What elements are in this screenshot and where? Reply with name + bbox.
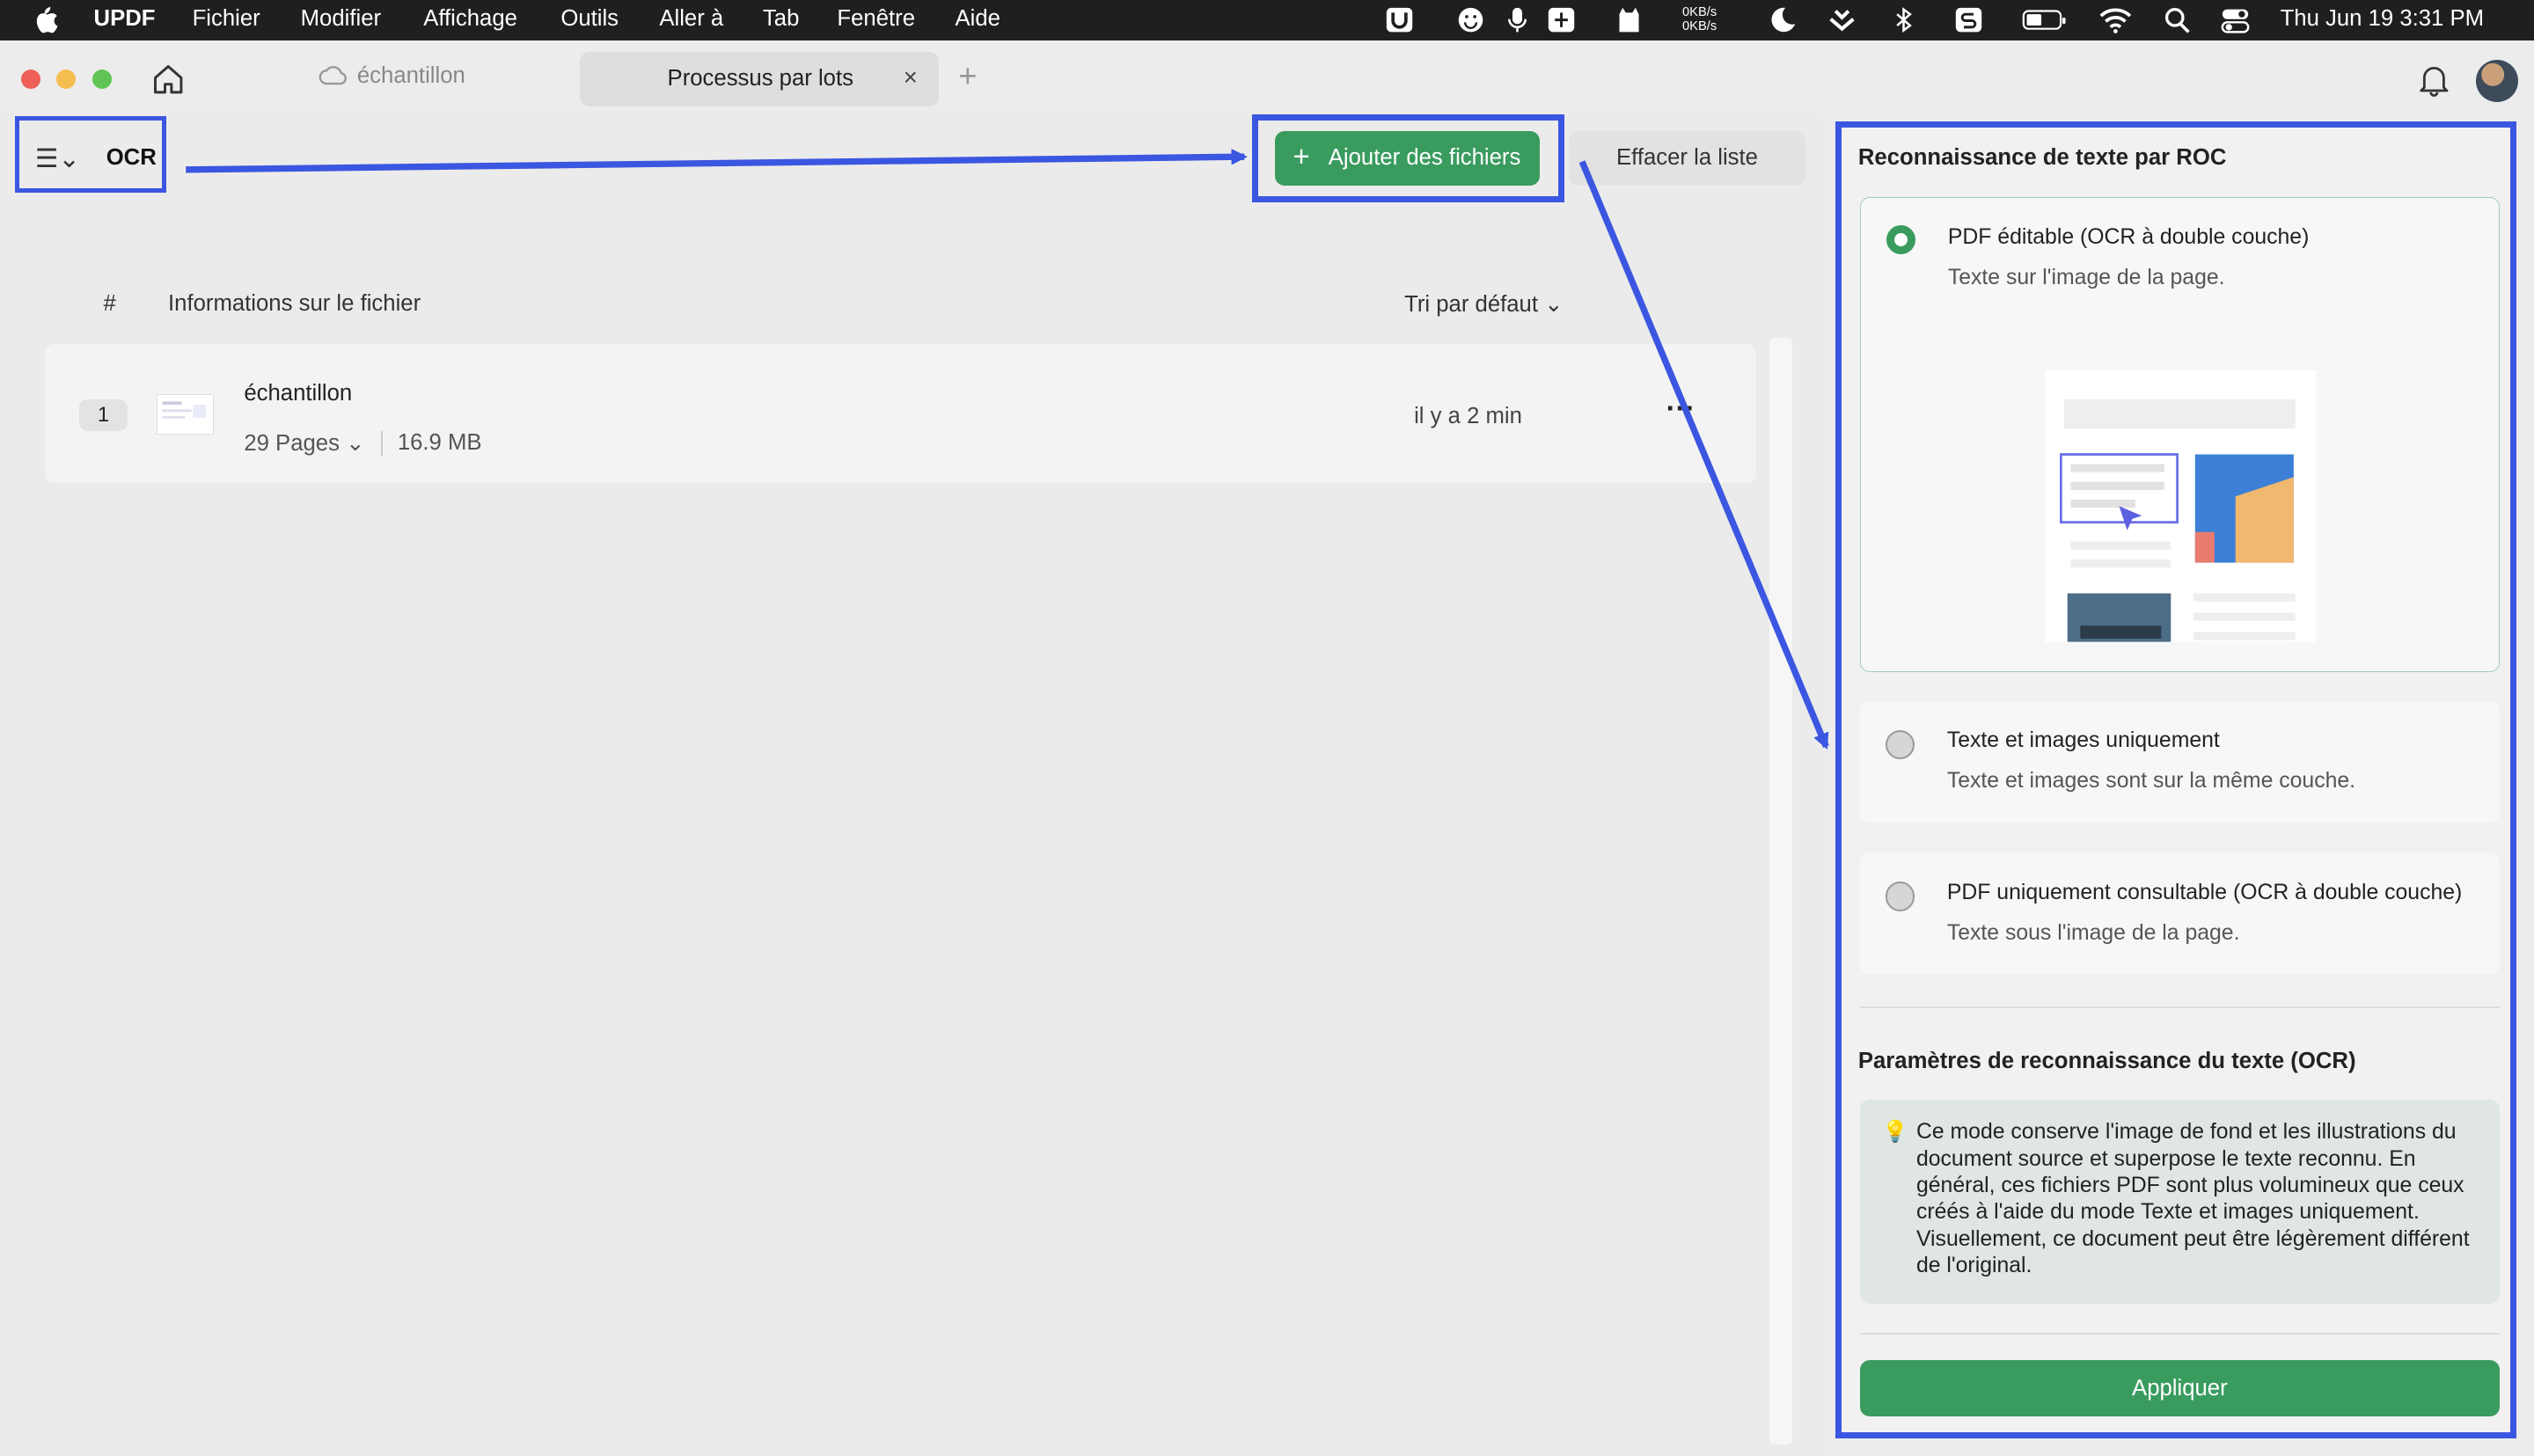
emoji-icon[interactable]: [1456, 6, 1485, 33]
mode-label: OCR: [106, 144, 157, 170]
window-grid-icon[interactable]: [1547, 6, 1576, 33]
radio-unselected[interactable]: [1886, 729, 1915, 759]
menubar: UPDF Fichier Modifier Affichage Outils A…: [0, 0, 2534, 40]
zoom-window-button[interactable]: [92, 69, 112, 89]
option-text-images-only[interactable]: Texte et images uniquement Texte et imag…: [1859, 700, 2501, 823]
column-header-number: #: [103, 290, 116, 316]
file-name: échantillon: [244, 381, 353, 406]
control-center-icon[interactable]: [2221, 6, 2250, 33]
file-row[interactable]: 1 échantillon 29 Pages ⌄ 16.9 MB il y a …: [45, 344, 1757, 484]
menu-outils[interactable]: Outils: [560, 6, 619, 32]
bluetooth-icon[interactable]: [1889, 6, 1918, 33]
sort-dropdown[interactable]: Tri par défaut ⌄: [1404, 291, 1564, 318]
bell-icon[interactable]: [2418, 62, 2450, 97]
menu-aide[interactable]: Aide: [955, 6, 1000, 32]
cloud-icon: [319, 66, 347, 85]
note-text: Ce mode conserve l'image de fond et les …: [1915, 1120, 2470, 1278]
title-bar: échantillon Processus par lots × +: [0, 40, 2534, 115]
microphone-icon[interactable]: [1503, 6, 1532, 33]
option-editable-pdf[interactable]: PDF éditable (OCR à double couche) Texte…: [1859, 196, 2501, 672]
user-avatar[interactable]: [2475, 59, 2518, 102]
wifi-icon[interactable]: [2099, 6, 2132, 34]
menubar-clock[interactable]: Thu Jun 19 3:31 PM: [2281, 6, 2484, 32]
menu-aller-a[interactable]: Aller à: [659, 6, 723, 32]
column-header-file-info: Informations sur le fichier: [168, 290, 421, 316]
menu-tab[interactable]: Tab: [763, 6, 799, 32]
radio-selected[interactable]: [1886, 224, 1916, 254]
divider: [1859, 1332, 2501, 1335]
file-added-time: il y a 2 min: [1414, 404, 1522, 429]
apply-button[interactable]: Appliquer: [1859, 1360, 2501, 1417]
chevron-down-icon: ⌄: [346, 430, 365, 456]
script-s-icon[interactable]: [1954, 6, 1983, 33]
close-window-button[interactable]: [20, 69, 40, 89]
option-description: Texte sous l'image de la page.: [1946, 920, 2240, 945]
ocr-settings-panel: Reconnaissance de texte par ROC PDF édit…: [1835, 121, 2516, 1438]
add-files-label: Ajouter des fichiers: [1328, 145, 1521, 171]
ocr-params-title: Paramètres de reconnaissance du texte (O…: [1857, 1048, 2356, 1073]
divider: [1859, 1006, 2501, 1008]
network-speed: 0KB/s 0KB/s: [1682, 4, 1717, 34]
mode-info-note: 💡 Ce mode conserve l'image de fond et le…: [1859, 1100, 2501, 1304]
download-icon[interactable]: [1827, 6, 1857, 33]
menu-app-name[interactable]: UPDF: [94, 6, 156, 32]
updf-status-icon[interactable]: [1385, 6, 1414, 33]
close-tab-icon[interactable]: ×: [904, 63, 918, 91]
page-count-dropdown[interactable]: 29 Pages ⌄: [244, 430, 364, 457]
menu-affichage[interactable]: Affichage: [423, 6, 517, 32]
radio-unselected[interactable]: [1886, 882, 1915, 911]
option-title: PDF uniquement consultable (OCR à double…: [1946, 880, 2463, 904]
ocr-illustration: [2045, 370, 2317, 642]
option-searchable-pdf[interactable]: PDF uniquement consultable (OCR à double…: [1859, 852, 2501, 975]
plus-icon: +: [1293, 140, 1310, 173]
new-tab-button[interactable]: +: [958, 58, 977, 95]
divider: [381, 431, 384, 456]
option-title: PDF éditable (OCR à double couche): [1947, 224, 2310, 249]
batch-main-area: ☰⌄ OCR + Ajouter des fichiers Effacer la…: [0, 114, 1823, 1456]
menu-list-icon[interactable]: ☰⌄: [35, 143, 80, 174]
cat-icon[interactable]: [1615, 6, 1644, 33]
row-index: 1: [78, 399, 128, 432]
panel-title: Reconnaissance de texte par ROC: [1857, 144, 2227, 170]
chevron-down-icon: ⌄: [1544, 291, 1564, 317]
tab-processus-par-lots[interactable]: Processus par lots ×: [580, 51, 940, 107]
mode-selector[interactable]: ☰⌄ OCR: [14, 116, 167, 193]
tab-label: Processus par lots: [667, 66, 853, 91]
option-description: Texte et images sont sur la même couche.: [1946, 768, 2356, 793]
option-description: Texte sur l'image de la page.: [1947, 265, 2225, 289]
clear-list-button[interactable]: Effacer la liste: [1569, 130, 1805, 187]
home-icon[interactable]: [150, 62, 186, 97]
add-files-button[interactable]: + Ajouter des fichiers: [1275, 130, 1541, 187]
tab-echantillon[interactable]: échantillon: [319, 63, 465, 89]
minimize-window-button[interactable]: [56, 69, 77, 89]
file-thumbnail: [157, 394, 214, 435]
battery-icon[interactable]: [2022, 6, 2067, 33]
file-size: 16.9 MB: [397, 429, 482, 455]
menu-fenetre[interactable]: Fenêtre: [837, 6, 915, 32]
apple-icon[interactable]: [33, 5, 58, 34]
list-scrollbar[interactable]: [1769, 337, 1792, 1445]
menu-fichier[interactable]: Fichier: [193, 6, 260, 32]
spotlight-search-icon[interactable]: [2163, 6, 2192, 34]
moon-icon[interactable]: [1768, 6, 1797, 33]
more-options-icon[interactable]: ···: [1666, 392, 1695, 426]
option-title: Texte et images uniquement: [1946, 728, 2220, 752]
lightbulb-icon: 💡: [1882, 1120, 1909, 1145]
menu-modifier[interactable]: Modifier: [301, 6, 381, 32]
tab-label: échantillon: [356, 62, 465, 88]
